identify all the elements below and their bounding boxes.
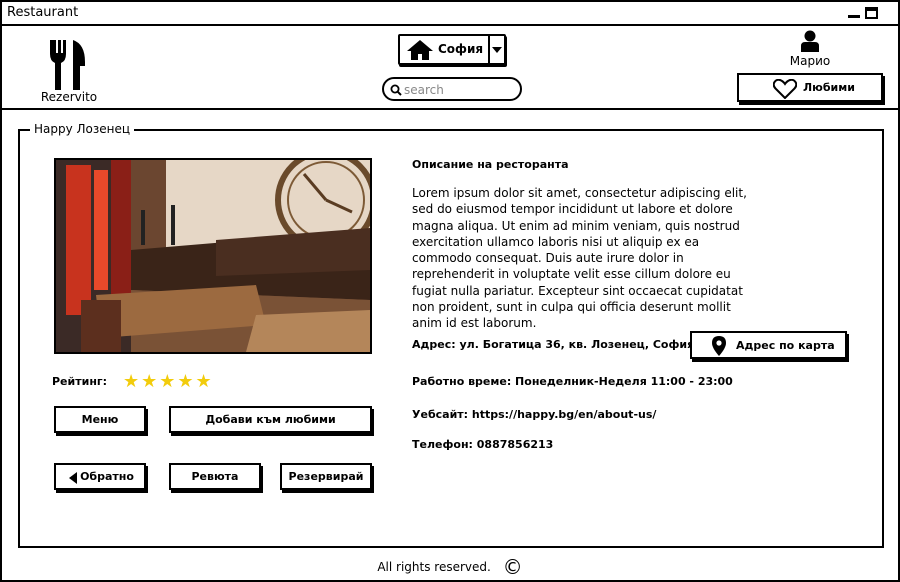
title-bar: Restaurant (2, 2, 898, 26)
restaurant-panel: Happy Лозенец Рейтинг: ★★★★★ Меню Добави… (18, 122, 884, 548)
restaurant-photo (54, 158, 372, 354)
back-arrow-icon (69, 472, 77, 484)
back-label: Обратно (80, 470, 134, 483)
map-address-button[interactable]: Адрес по карта (690, 331, 847, 359)
footer: All rights reserved. © (2, 555, 898, 579)
phone-text: Телефон: 0887856213 (412, 438, 554, 451)
description-text: Lorem ipsum dolor sit amet, consectetur … (412, 186, 747, 331)
select-divider (488, 36, 490, 63)
search-icon (390, 84, 402, 96)
fork-knife-icon (50, 40, 85, 90)
search-input[interactable] (404, 81, 516, 98)
add-favorite-button[interactable]: Добави към любими (169, 406, 372, 433)
working-hours-text: Работно време: Понеделник-Неделя 11:00 -… (412, 375, 733, 388)
address-text: Адрес: ул. Богатица 36, кв. Лозенец, Соф… (412, 338, 695, 351)
star-rating: ★★★★★ (123, 371, 214, 392)
footer-text: All rights reserved. (377, 560, 491, 574)
description-title: Описание на ресторанта (412, 158, 569, 171)
website-text: Уебсайт: https://happy.bg/en/about-us/ (412, 408, 657, 421)
back-button[interactable]: Обратно (54, 463, 146, 490)
favorites-button[interactable]: Любими (737, 73, 883, 102)
window-title: Restaurant (7, 5, 79, 20)
chevron-down-icon[interactable] (492, 47, 502, 54)
minimize-icon[interactable] (848, 15, 860, 18)
reviews-button[interactable]: Ревюта (169, 463, 261, 490)
rating-label: Рейтинг: (52, 375, 108, 388)
user-profile[interactable]: Марио (782, 30, 838, 68)
user-icon (801, 30, 819, 52)
menu-button[interactable]: Меню (54, 406, 146, 433)
map-button-label: Адрес по карта (736, 339, 835, 352)
user-name: Марио (789, 54, 831, 68)
restaurant-name: Happy Лозенец (30, 122, 135, 136)
reserve-button[interactable]: Резервирай (280, 463, 372, 490)
search-box[interactable] (382, 77, 522, 101)
copyright-icon: © (502, 555, 523, 579)
city-select[interactable]: София (398, 34, 506, 65)
logo-text: Rezervito (40, 90, 98, 104)
app-window: Restaurant Rezervito София search Марио … (0, 0, 900, 582)
maximize-icon[interactable] (865, 7, 878, 19)
city-label: София (438, 42, 484, 56)
logo[interactable]: Rezervito (36, 40, 102, 106)
header: Rezervito София Марио (2, 26, 898, 110)
favorites-label: Любими (803, 81, 855, 94)
map-pin-icon (712, 336, 726, 356)
heart-icon (773, 79, 797, 99)
home-icon (407, 40, 433, 60)
